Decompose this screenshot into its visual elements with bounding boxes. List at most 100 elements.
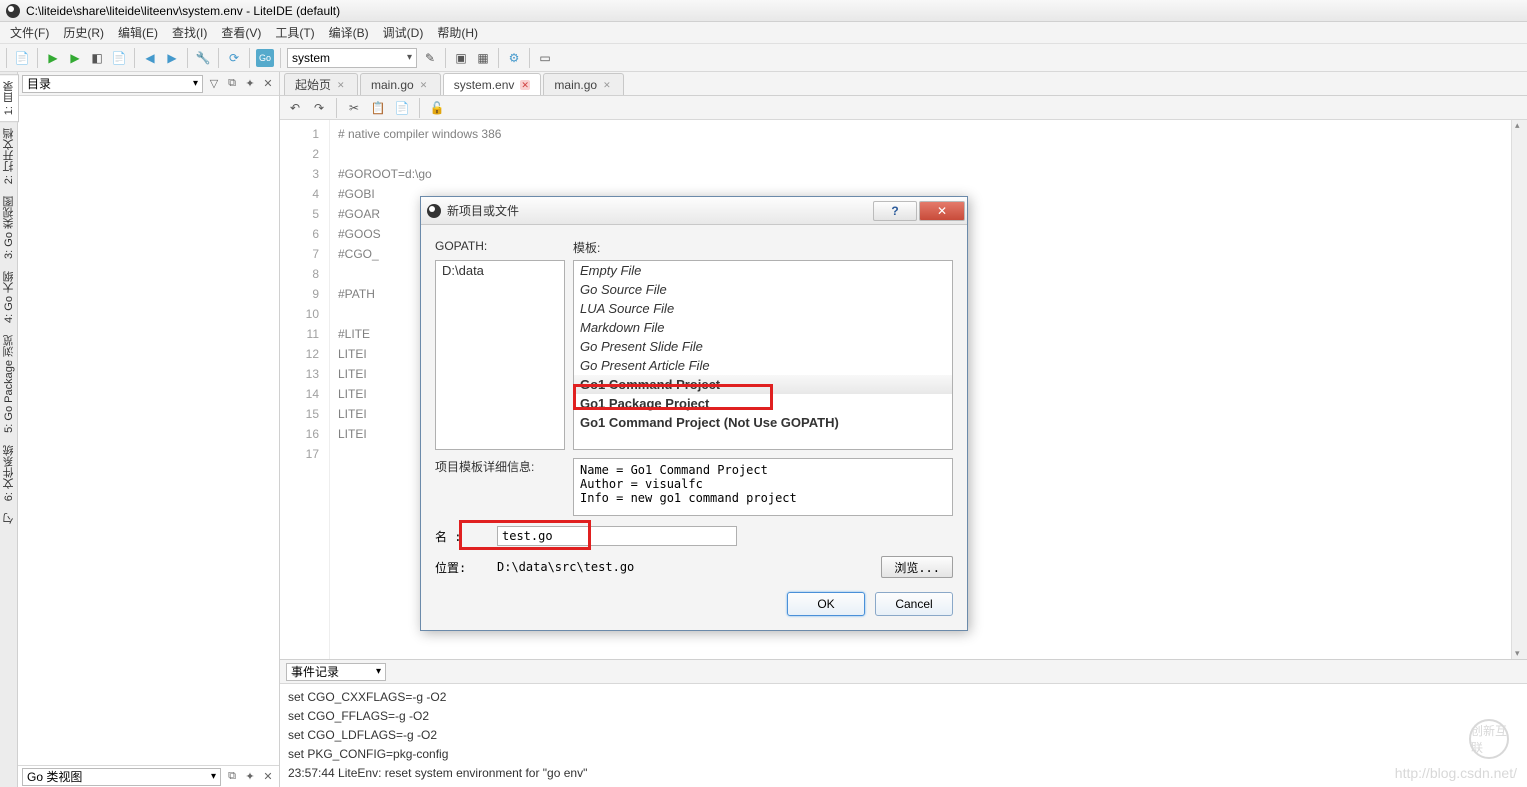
back-icon[interactable]: ◀ [141, 49, 159, 67]
list-item[interactable]: Markdown File [574, 318, 952, 337]
stop-icon[interactable]: ◧ [88, 49, 106, 67]
tab-start[interactable]: 起始页✕ [284, 73, 358, 95]
undo-icon[interactable]: ↶ [286, 99, 304, 117]
go-icon[interactable]: Go [256, 49, 274, 67]
wrench-icon[interactable]: 🔧 [194, 49, 212, 67]
template-info: Name = Go1 Command ProjectAuthor = visua… [573, 458, 953, 516]
menubar: 文件(F) 历史(R) 编辑(E) 查找(I) 查看(V) 工具(T) 编译(B… [0, 22, 1527, 44]
run2-icon[interactable]: ▶ [66, 49, 84, 67]
menu-help[interactable]: 帮助(H) [431, 22, 484, 43]
copy-icon[interactable]: 📋 [369, 99, 387, 117]
tab-systemenv[interactable]: system.env✕ [443, 73, 542, 95]
menu-view[interactable]: 查看(V) [215, 22, 267, 43]
gear-icon[interactable]: ⚙ [505, 49, 523, 67]
close-icon[interactable]: ✕ [420, 80, 430, 90]
dialog-title: 新项目或文件 [447, 202, 873, 219]
menu-find[interactable]: 查找(I) [166, 22, 213, 43]
left-sidebar-tabs: 1: 目录 2: 打开文档 3: Go 类视图 4: Go 大纲 5: Go P… [0, 72, 18, 787]
tab-main2[interactable]: main.go✕ [543, 73, 624, 95]
close-icon[interactable]: ✕ [520, 80, 530, 90]
add-icon[interactable]: ✦ [243, 77, 257, 91]
browse-button[interactable]: 浏览... [881, 556, 953, 578]
close-button[interactable]: ✕ [919, 201, 965, 221]
app-icon [427, 204, 441, 218]
close-panel-icon[interactable]: ✕ [261, 77, 275, 91]
classview-select[interactable]: Go 类视图 [22, 768, 221, 786]
env-select[interactable]: system [287, 48, 417, 68]
main-toolbar: 📄 ▶ ▶ ◧ 📄 ◀ ▶ 🔧 ⟳ Go system ✎ ▣ ▦ ⚙ ▭ [0, 44, 1527, 72]
cancel-button[interactable]: Cancel [875, 592, 953, 616]
cv-opt-icon[interactable]: ✦ [243, 770, 257, 784]
gopath-label: GOPATH: [435, 239, 565, 256]
vtab-package[interactable]: 5: Go Package 浏览 [0, 329, 18, 439]
menu-file[interactable]: 文件(F) [4, 22, 55, 43]
sync-icon[interactable]: ⧉ [225, 77, 239, 91]
list-item[interactable]: Go1 Command Project [574, 375, 952, 394]
menu-debug[interactable]: 调试(D) [377, 22, 430, 43]
cut-icon[interactable]: ✂ [345, 99, 363, 117]
event-log-select[interactable]: 事件记录 [286, 663, 386, 681]
vtab-open-docs[interactable]: 2: 打开文档 [0, 122, 18, 190]
paste-icon[interactable]: 📄 [393, 99, 411, 117]
ok-button[interactable]: OK [787, 592, 865, 616]
new-project-dialog: 新项目或文件 ? ✕ GOPATH: 模板: D:\data Empty Fil… [420, 196, 968, 631]
info-label: 项目模板详细信息: [435, 458, 565, 516]
cv-sync-icon[interactable]: ⧉ [225, 770, 239, 784]
dir-tree[interactable] [18, 96, 279, 765]
editor-tabs: 起始页✕ main.go✕ system.env✕ main.go✕ [280, 72, 1527, 96]
help-button[interactable]: ? [873, 201, 917, 221]
dir-select[interactable]: 目录 [22, 75, 203, 93]
location-value: D:\data\src\test.go [497, 560, 875, 574]
left-panel: 目录 ▽ ⧉ ✦ ✕ Go 类视图 ⧉ ✦ ✕ [18, 72, 280, 787]
list-item[interactable]: Go Present Slide File [574, 337, 952, 356]
edit-env-icon[interactable]: ✎ [421, 49, 439, 67]
screen-icon[interactable]: ▣ [452, 49, 470, 67]
filter-icon[interactable]: ▽ [207, 77, 221, 91]
window-titlebar: C:\liteide\share\liteide\liteenv\system.… [0, 0, 1527, 22]
menu-tools[interactable]: 工具(T) [269, 22, 320, 43]
name-input[interactable] [497, 526, 737, 546]
redo-icon[interactable]: ↷ [310, 99, 328, 117]
close-icon[interactable]: ✕ [603, 80, 613, 90]
template-list[interactable]: Empty FileGo Source FileLUA Source FileM… [573, 260, 953, 450]
doc-icon[interactable]: 📄 [110, 49, 128, 67]
lock-icon[interactable]: 🔓 [428, 99, 446, 117]
vtab-dir[interactable]: 1: 目录 [0, 74, 19, 122]
term-icon[interactable]: ▭ [536, 49, 554, 67]
watermark-url: http://blog.csdn.net/ [1395, 765, 1517, 781]
location-label: 位置: [435, 559, 491, 576]
app-icon [6, 4, 20, 18]
name-label: 名 : [435, 528, 491, 545]
dialog-titlebar[interactable]: 新项目或文件 ? ✕ [421, 197, 967, 225]
editor-toolbar: ↶ ↷ ✂ 📋 📄 🔓 [280, 96, 1527, 120]
menu-edit[interactable]: 编辑(E) [112, 22, 164, 43]
new-icon[interactable]: 📄 [13, 49, 31, 67]
vtab-class-view[interactable]: 3: Go 类视图 [0, 190, 18, 265]
panels-icon[interactable]: ▦ [474, 49, 492, 67]
list-item[interactable]: Go Source File [574, 280, 952, 299]
cv-close-icon[interactable]: ✕ [261, 770, 275, 784]
list-item[interactable]: Go1 Package Project [574, 394, 952, 413]
list-item[interactable]: Go Present Article File [574, 356, 952, 375]
watermark-logo: 创新互联 [1469, 719, 1509, 759]
run-icon[interactable]: ▶ [44, 49, 62, 67]
vtab-start[interactable]: 勺 [0, 507, 18, 530]
gopath-list[interactable]: D:\data [435, 260, 565, 450]
list-item[interactable]: D:\data [436, 261, 564, 280]
menu-build[interactable]: 编译(B) [323, 22, 375, 43]
list-item[interactable]: LUA Source File [574, 299, 952, 318]
tab-main1[interactable]: main.go✕ [360, 73, 441, 95]
refresh-icon[interactable]: ⟳ [225, 49, 243, 67]
template-label: 模板: [573, 239, 953, 256]
list-item[interactable]: Empty File [574, 261, 952, 280]
menu-history[interactable]: 历史(R) [57, 22, 110, 43]
vtab-filesys[interactable]: 6: 文件系统 [0, 439, 18, 507]
window-title: C:\liteide\share\liteide\liteenv\system.… [26, 4, 340, 18]
bottom-panel: 事件记录 set CGO_CXXFLAGS=-g -O2set CGO_FFLA… [280, 659, 1527, 787]
event-log: set CGO_CXXFLAGS=-g -O2set CGO_FFLAGS=-g… [280, 684, 1527, 787]
scrollbar-v[interactable] [1511, 120, 1527, 659]
vtab-outline[interactable]: 4: Go 大纲 [0, 265, 18, 329]
fwd-icon[interactable]: ▶ [163, 49, 181, 67]
close-icon[interactable]: ✕ [337, 80, 347, 90]
list-item[interactable]: Go1 Command Project (Not Use GOPATH) [574, 413, 952, 432]
